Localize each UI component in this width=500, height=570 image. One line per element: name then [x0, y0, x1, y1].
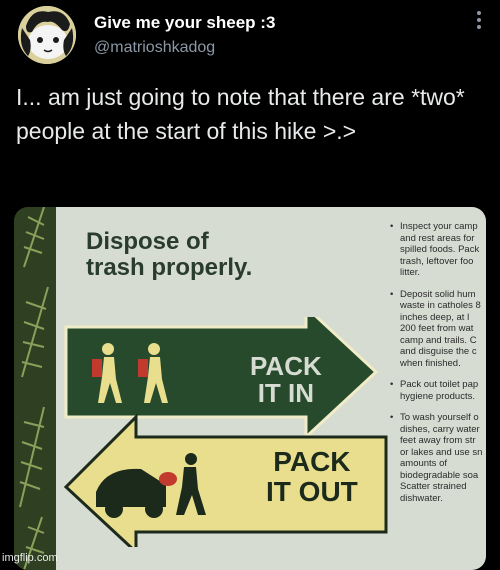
pack-in-text: PACK IT IN	[250, 353, 322, 407]
instruction-item: Deposit solid hum waste in catholes 8 in…	[390, 289, 486, 370]
trash-bag-icon	[159, 472, 177, 486]
backpack-icon	[92, 359, 102, 377]
sign-arrows	[63, 317, 388, 547]
avatar[interactable]	[18, 6, 76, 64]
sign-title: Dispose of trash properly.	[86, 229, 252, 281]
pack-out-line2: IT OUT	[266, 476, 358, 507]
pack-in-line1: PACK	[250, 351, 322, 381]
pack-out-text: PACK IT OUT	[266, 447, 358, 507]
imgflip-watermark: imgflip.com	[2, 552, 58, 564]
sign-title-line1: Dispose of	[86, 228, 209, 255]
fern-leaves	[14, 207, 56, 570]
instruction-item: Pack out toilet pap hygiene products.	[390, 379, 486, 402]
pack-out-line1: PACK	[273, 446, 351, 477]
more-vertical-icon[interactable]	[476, 10, 482, 30]
display-name[interactable]: Give me your sheep :3	[94, 13, 275, 33]
trail-sign: Dispose of trash properly. PACK IT IN PA…	[56, 207, 486, 570]
avatar-image	[18, 6, 76, 64]
sign-instructions: Inspect your camp and rest areas for spi…	[390, 221, 486, 514]
pack-in-line2: IT IN	[257, 378, 315, 408]
user-handle[interactable]: @matrioshkadog	[94, 39, 215, 57]
backpack-icon	[138, 359, 148, 377]
instruction-item: Inspect your camp and rest areas for spi…	[390, 221, 486, 279]
tweet-header: Give me your sheep :3 @matrioshkadog	[0, 0, 500, 80]
sign-title-line2: trash properly.	[86, 254, 253, 281]
instruction-item: To wash yourself o dishes, carry water f…	[390, 412, 486, 504]
tweet-photo[interactable]: Dispose of trash properly. PACK IT IN PA…	[14, 207, 486, 570]
tweet-text: I... am just going to note that there ar…	[16, 84, 465, 144]
